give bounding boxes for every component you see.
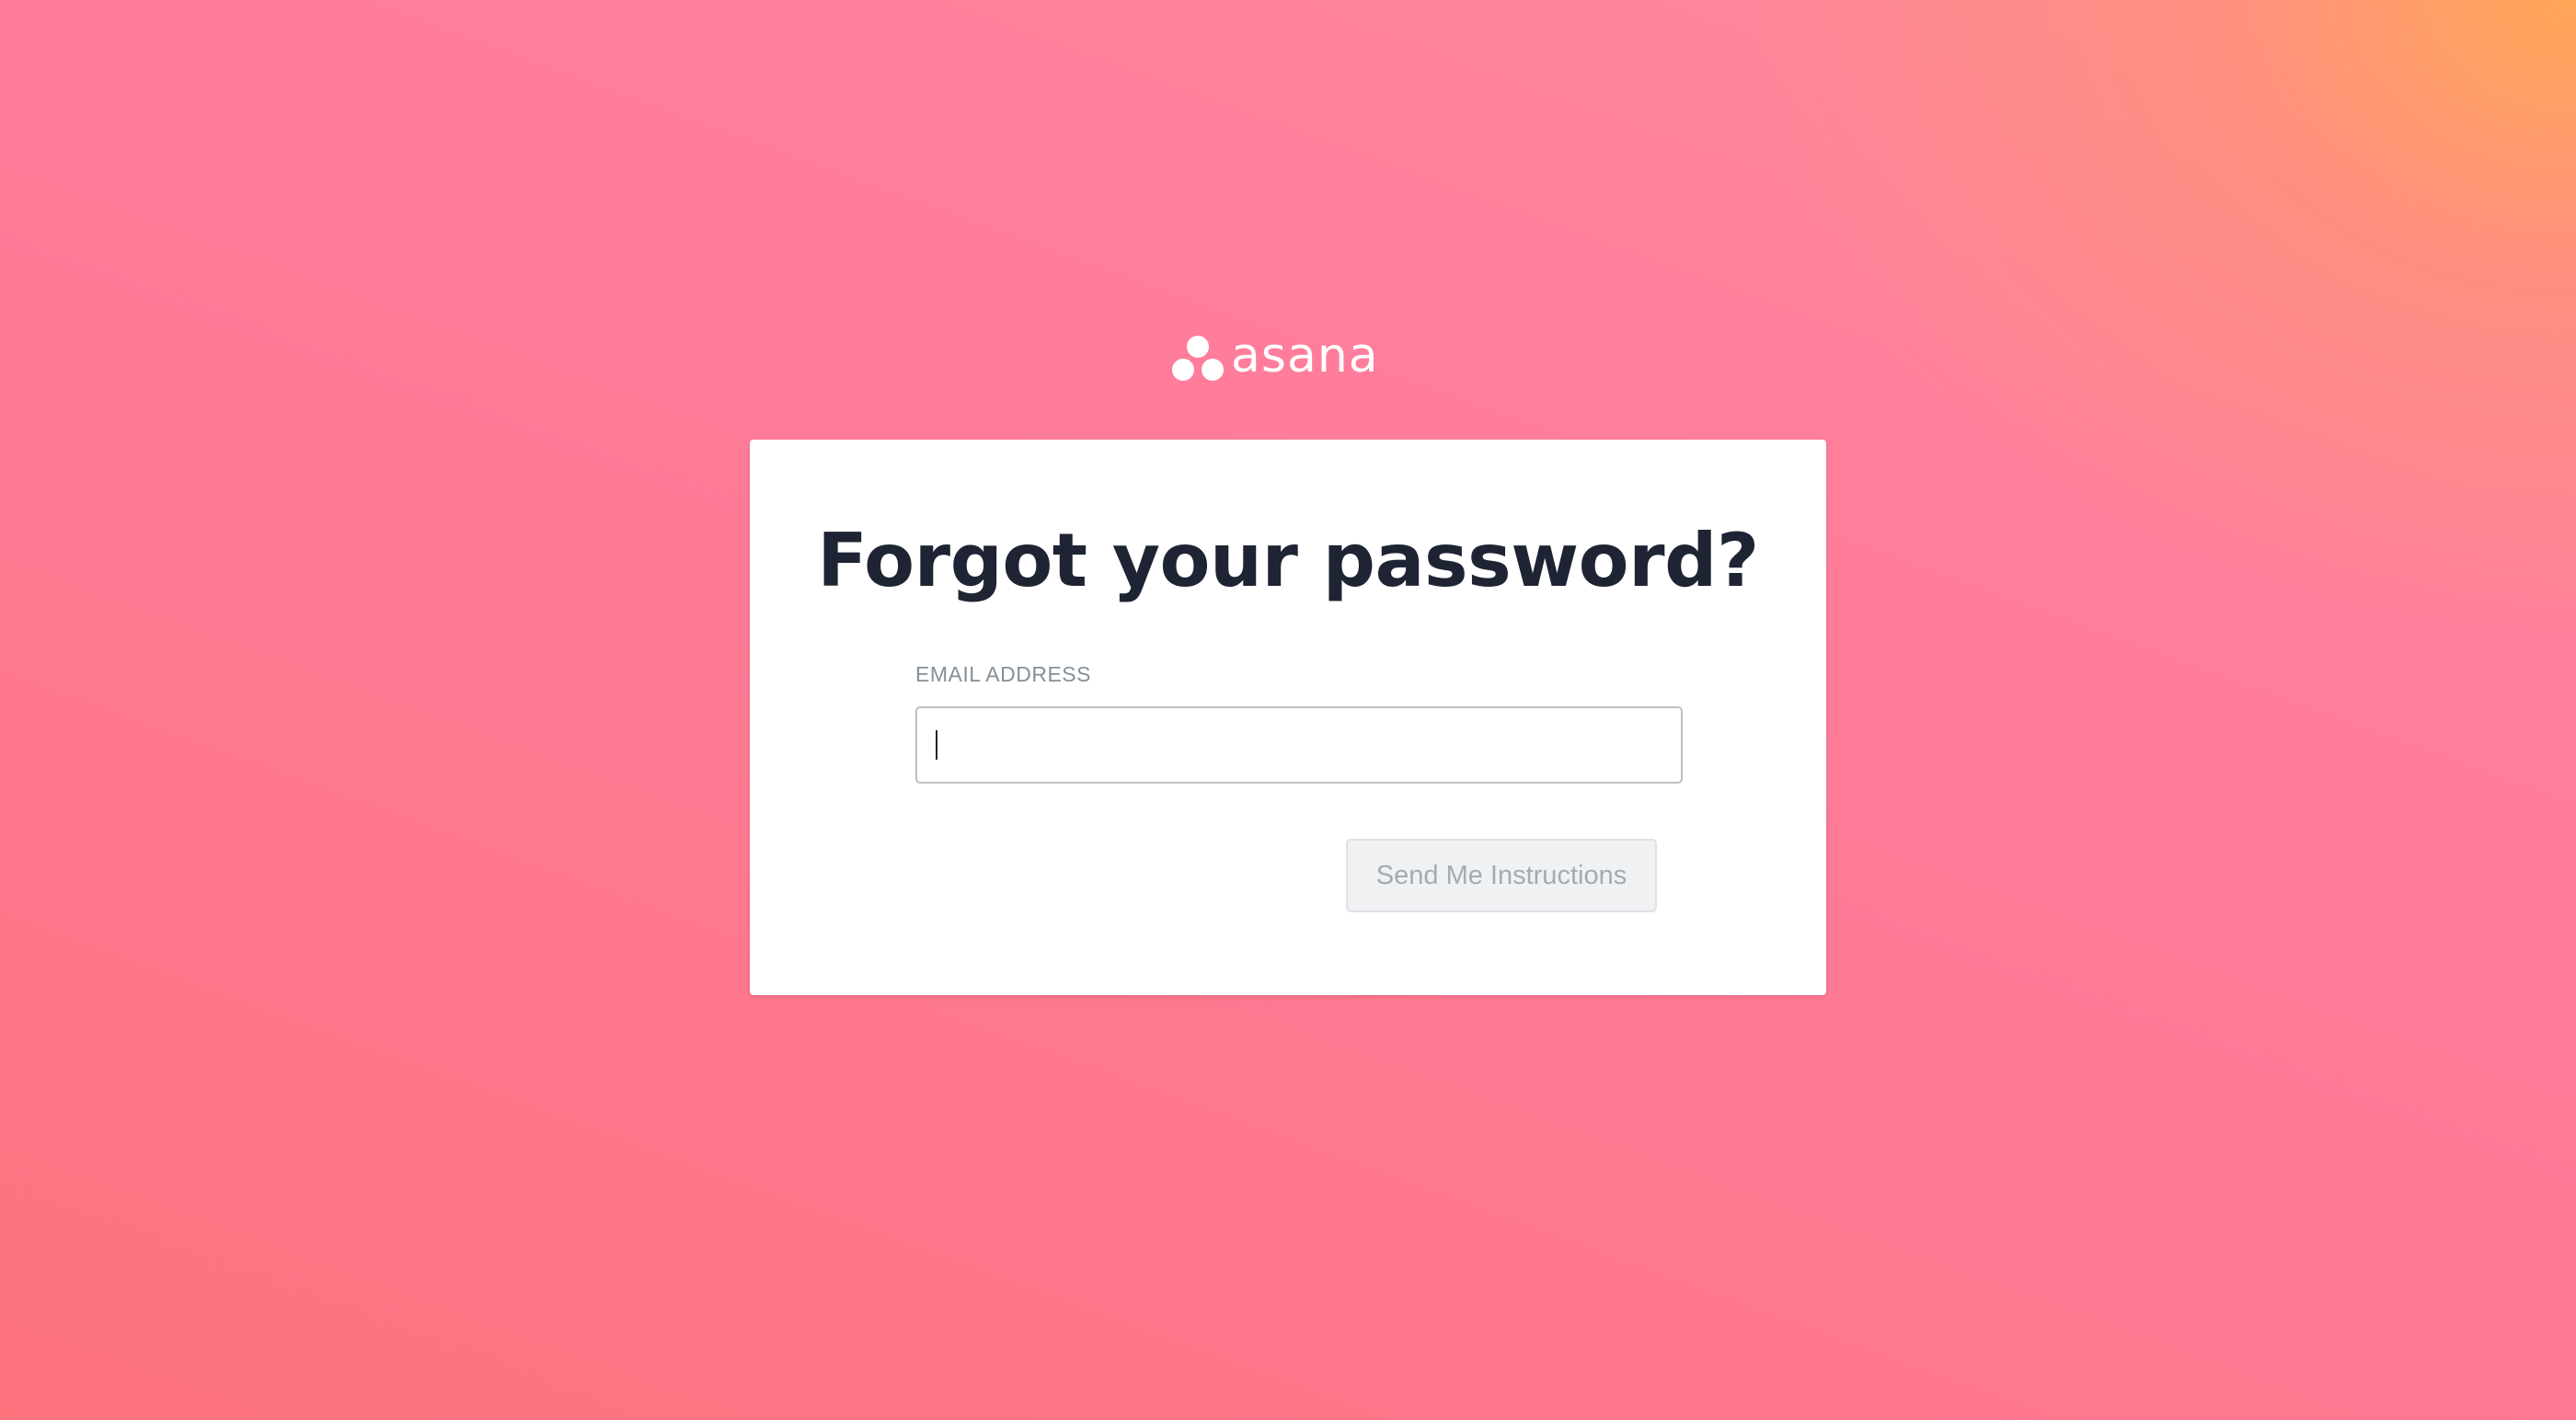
asana-three-dots-icon	[1172, 336, 1224, 381]
email-label: EMAIL ADDRESS	[915, 662, 1091, 686]
text-caret	[936, 730, 937, 760]
email-field[interactable]	[915, 706, 1683, 784]
asana-logo: asana	[1172, 328, 1379, 384]
send-instructions-button[interactable]: Send Me Instructions	[1346, 839, 1657, 912]
page-title: Forgot your password?	[817, 518, 1759, 603]
forgot-password-card: Forgot your password? EMAIL ADDRESS Send…	[750, 440, 1826, 995]
brand-wordmark: asana	[1231, 328, 1379, 384]
